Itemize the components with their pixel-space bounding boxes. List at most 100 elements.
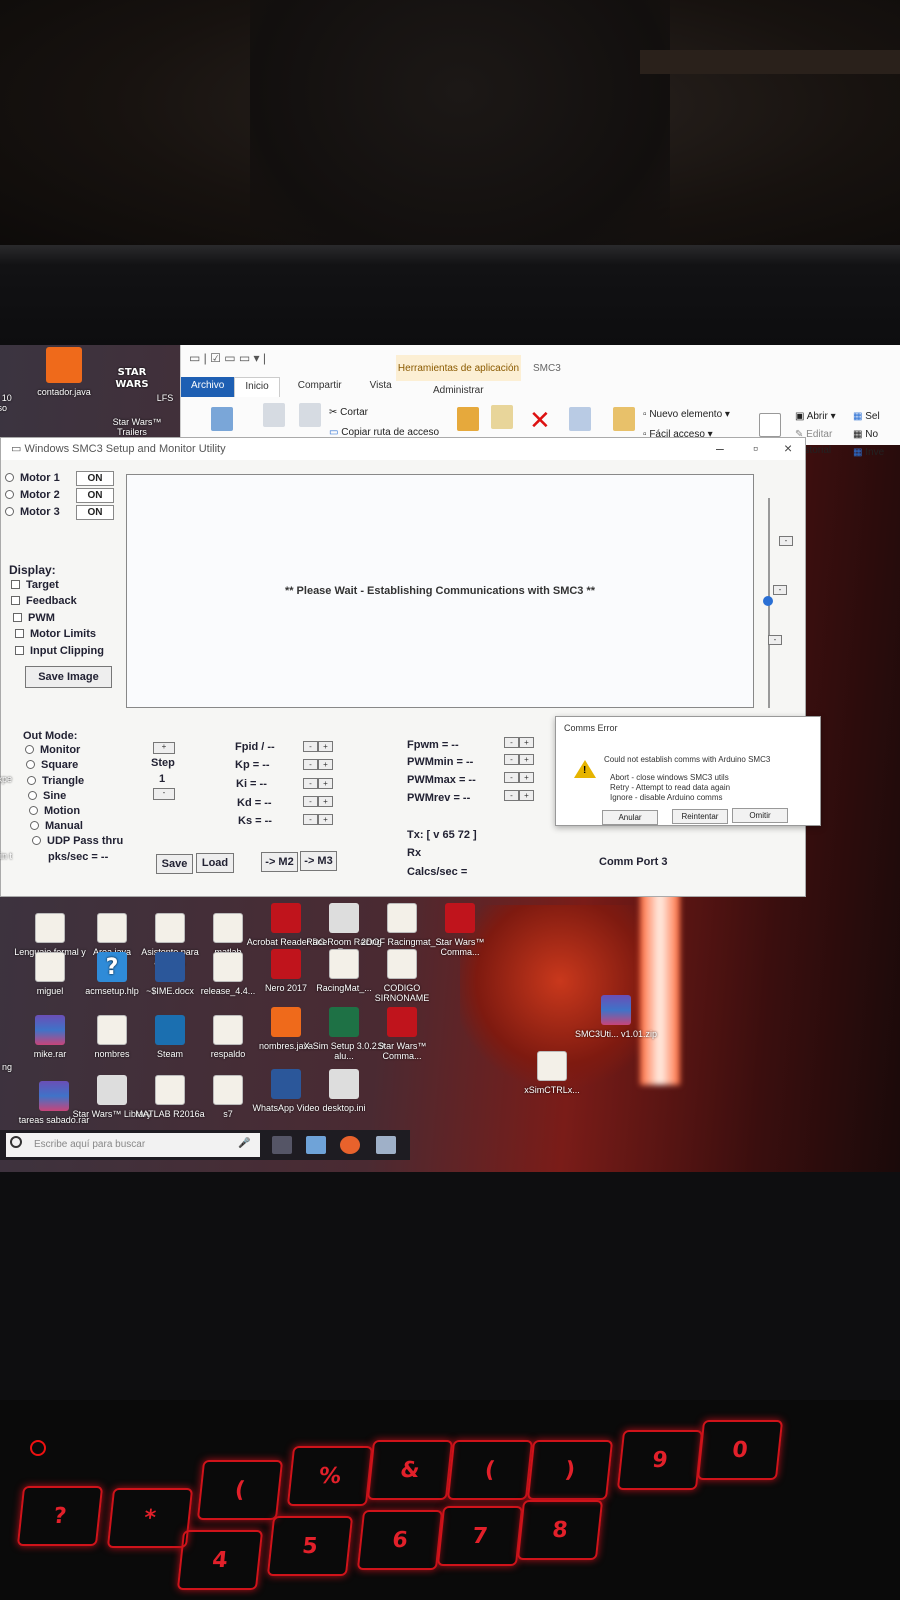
display-motor-limits-checkbox[interactable]: Motor Limits — [15, 628, 96, 640]
pwmmin-stepper[interactable]: - + — [504, 754, 534, 765]
step-plus-button[interactable]: + — [153, 742, 175, 754]
vertical-slider[interactable] — [763, 498, 773, 708]
microphone-icon[interactable]: 🎤 — [238, 1138, 250, 1149]
tab-compartir[interactable]: Compartir — [288, 377, 352, 397]
plus-icon[interactable]: + — [318, 741, 333, 752]
firefox-taskbar-icon[interactable] — [340, 1136, 360, 1154]
minus-icon[interactable]: - — [303, 741, 318, 752]
desktop-icon[interactable]: SMC3Uti... v1.01.zip — [574, 995, 658, 1039]
plus-icon[interactable]: + — [318, 814, 333, 825]
scale-minus-button-2[interactable]: - — [773, 585, 787, 595]
file-explorer-ribbon: ▭ | ☑ ▭ ▭ ▾ | Herramientas de aplicación… — [180, 345, 900, 458]
out-mode-udp[interactable]: UDP Pass thru — [32, 835, 123, 847]
copy-to-m3-button[interactable]: -> M3 — [300, 851, 337, 871]
pwmrev-stepper[interactable]: - + — [504, 790, 534, 801]
minus-icon[interactable]: - — [303, 778, 318, 789]
close-button[interactable]: × — [784, 440, 792, 456]
save-image-button[interactable]: Save Image — [25, 666, 112, 688]
cut-button[interactable]: ✂ Cortar — [329, 407, 368, 418]
ks-stepper[interactable]: - + — [303, 814, 333, 825]
scale-minus-button-3[interactable]: - — [768, 635, 782, 645]
kp-stepper[interactable]: - + — [303, 759, 333, 770]
properties-icon[interactable] — [759, 413, 781, 437]
desktop-icon[interactable]: desktop.ini — [302, 1069, 386, 1113]
motor-label: Motor 2 — [20, 489, 60, 501]
motor-2-toggle[interactable]: ON — [76, 488, 114, 503]
out-mode-square[interactable]: Square — [26, 759, 78, 771]
display-feedback-checkbox[interactable]: Feedback — [11, 595, 77, 607]
retry-button[interactable]: Reintentar — [672, 809, 728, 824]
explorer-taskbar-icon[interactable] — [306, 1136, 326, 1154]
rename-icon[interactable] — [569, 407, 591, 431]
plus-icon[interactable]: + — [519, 754, 534, 765]
motor-1-toggle[interactable]: ON — [76, 471, 114, 486]
save-button[interactable]: Save — [156, 854, 193, 874]
paste-icon[interactable] — [299, 403, 321, 427]
scissors-icon: ✂ — [329, 407, 341, 418]
tab-archivo[interactable]: Archivo — [181, 377, 235, 397]
task-view-icon[interactable] — [272, 1136, 292, 1154]
out-mode-triangle[interactable]: Triangle — [27, 775, 84, 787]
pwmmax-stepper[interactable]: - + — [504, 772, 534, 783]
scale-minus-button-1[interactable]: - — [779, 536, 793, 546]
invert-selection-button[interactable]: ▦ Inve — [853, 447, 884, 458]
minimize-button[interactable]: – — [716, 440, 724, 456]
minus-icon[interactable]: - — [504, 737, 519, 748]
display-pwm-checkbox[interactable]: PWM — [13, 612, 55, 624]
pin-icon[interactable] — [211, 407, 233, 431]
tab-administrar[interactable]: Administrar — [433, 385, 484, 396]
ki-stepper[interactable]: - + — [303, 778, 333, 789]
smc3-taskbar-icon[interactable] — [376, 1136, 396, 1154]
pwmrev-label: PWMrev = -- — [407, 792, 471, 804]
abort-button[interactable]: Anular — [602, 810, 658, 825]
desktop-icon[interactable]: Star Wars™ Comma... — [360, 1007, 444, 1061]
display-input-clipping-checkbox[interactable]: Input Clipping — [15, 645, 104, 657]
plus-icon[interactable]: + — [318, 778, 333, 789]
out-mode-manual[interactable]: Manual — [30, 820, 83, 832]
copy-to-m2-button[interactable]: -> M2 — [261, 852, 298, 872]
minus-icon[interactable]: - — [504, 772, 519, 783]
out-mode-monitor[interactable]: Monitor — [25, 744, 80, 756]
plus-icon[interactable]: + — [519, 772, 534, 783]
plus-icon[interactable]: + — [519, 737, 534, 748]
motor-3-toggle[interactable]: ON — [76, 505, 114, 520]
open-button[interactable]: ▣ Abrir ▾ — [795, 411, 836, 422]
tab-inicio[interactable]: Inicio — [234, 377, 280, 397]
slider-thumb[interactable] — [763, 596, 773, 606]
search-box[interactable]: Escribe aquí para buscar — [6, 1133, 260, 1157]
select-all-button[interactable]: ▦ Sel — [853, 411, 880, 422]
display-target-checkbox[interactable]: Target — [11, 579, 59, 591]
move-to-icon[interactable] — [457, 407, 479, 431]
desktop-icon[interactable]: CODIGO SIRNONAME — [360, 949, 444, 1003]
motor-1-radio[interactable]: Motor 1 — [5, 472, 60, 484]
plus-icon[interactable]: + — [519, 790, 534, 801]
motor-2-radio[interactable]: Motor 2 — [5, 489, 60, 501]
plus-icon[interactable]: + — [318, 796, 333, 807]
minus-icon[interactable]: - — [303, 759, 318, 770]
minus-icon[interactable]: - — [303, 796, 318, 807]
fpwm-stepper[interactable]: - + — [504, 737, 534, 748]
step-minus-button[interactable]: - — [153, 788, 175, 800]
out-mode-motion[interactable]: Motion — [29, 805, 80, 817]
tools-tab[interactable]: Herramientas de aplicación — [396, 355, 521, 381]
copy-icon[interactable] — [263, 403, 285, 427]
out-mode-sine[interactable]: Sine — [28, 790, 66, 802]
tab-vista[interactable]: Vista — [360, 377, 402, 397]
new-folder-icon[interactable] — [613, 407, 635, 431]
ignore-button[interactable]: Omitir — [732, 808, 788, 823]
maximize-button[interactable]: ▫ — [753, 440, 758, 456]
minus-icon[interactable]: - — [504, 790, 519, 801]
desktop-icon-lfs[interactable]: LFS — [150, 393, 180, 403]
minus-icon[interactable]: - — [303, 814, 318, 825]
kd-stepper[interactable]: - + — [303, 796, 333, 807]
load-button[interactable]: Load — [196, 853, 234, 873]
new-item-button[interactable]: ▫ Nuevo elemento ▾ — [643, 409, 730, 420]
delete-icon[interactable]: ✕ — [529, 405, 551, 436]
copy-to-icon[interactable] — [491, 405, 513, 429]
select-none-button[interactable]: ▦ No — [853, 429, 878, 440]
motor-3-radio[interactable]: Motor 3 — [5, 506, 60, 518]
minus-icon[interactable]: - — [504, 754, 519, 765]
plus-icon[interactable]: + — [318, 759, 333, 770]
desktop-icon[interactable]: xSimCTRLx... — [510, 1051, 594, 1095]
fpid-stepper[interactable]: - + — [303, 741, 333, 752]
